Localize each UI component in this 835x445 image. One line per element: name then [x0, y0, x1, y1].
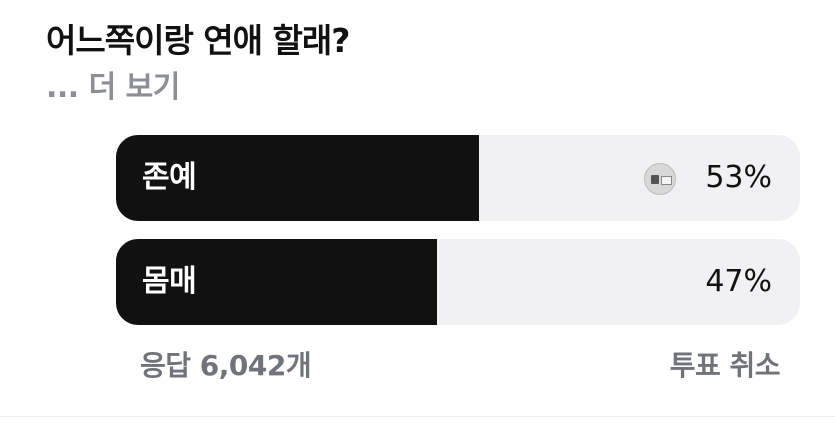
response-count: 응답 6,042개 — [140, 349, 312, 382]
poll-question: 어느쪽이랑 연애 할래? — [46, 21, 350, 60]
poll-footer: 응답 6,042개 투표 취소 — [140, 344, 781, 388]
poll-option-2[interactable]: 몸매 47% — [116, 239, 800, 325]
poll-option-1-label: 존예 — [142, 160, 197, 195]
avatar-icon — [644, 163, 676, 195]
poll-option-2-percent: 47% — [705, 264, 772, 299]
poll-option-1-percent: 53% — [705, 160, 772, 195]
see-more-link[interactable]: ... 더 보기 — [46, 66, 180, 110]
poll-options: 존예 53% 몸매 47% — [116, 135, 800, 343]
poll-option-2-label: 몸매 — [142, 264, 197, 299]
poll-card: 어느쪽이랑 연애 할래? ... 더 보기 존예 53% 몸매 47% 응답 6… — [0, 0, 835, 445]
cancel-vote-button[interactable]: 투표 취소 — [670, 344, 781, 388]
poll-option-1[interactable]: 존예 53% — [116, 135, 800, 221]
divider — [0, 416, 835, 417]
